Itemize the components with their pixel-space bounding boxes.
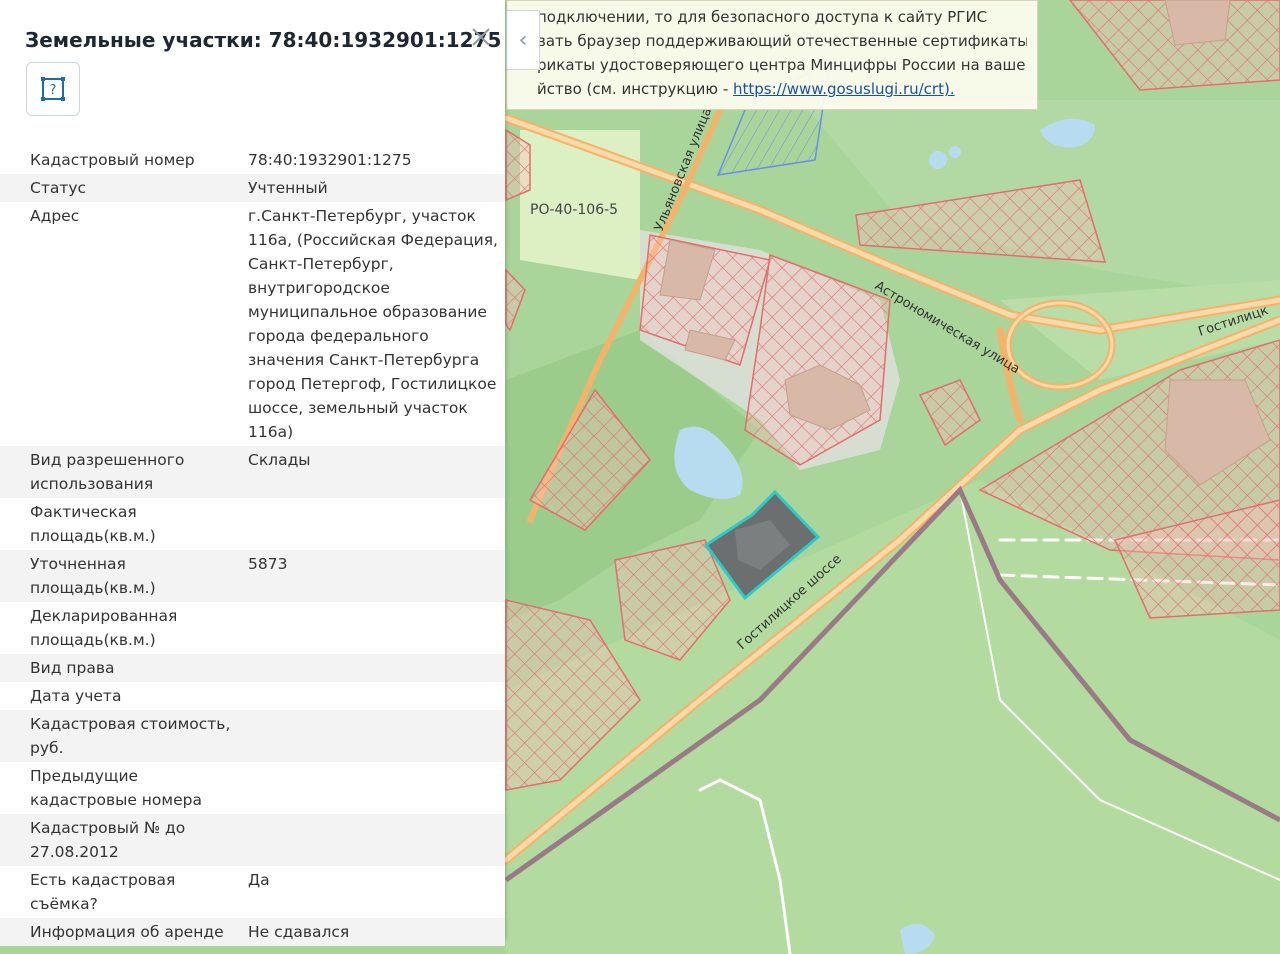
close-icon	[472, 28, 490, 46]
notice-line-3: рикаты удостоверяющего центра Минцифры Р…	[537, 56, 1026, 74]
notice-line-2: вать браузер поддерживающий отечественны…	[537, 32, 1027, 50]
attr-key: Кадастровый № до 27.08.2012	[30, 819, 186, 861]
attr-value: 5873	[248, 555, 288, 573]
attr-row-lease-info: Информация об аренде Не сдавался	[0, 918, 505, 946]
attr-key: Уточненная площадь(кв.м.)	[30, 555, 156, 597]
attr-value	[248, 684, 498, 708]
attr-key: Информация об аренде	[30, 923, 224, 941]
svg-text:?: ?	[50, 83, 57, 98]
collapse-panel-button[interactable]: ‹	[506, 10, 540, 70]
gosuslugi-link[interactable]: https://www.gosuslugi.ru/crt).	[733, 80, 955, 98]
attr-row-has-survey: Есть кадастровая съёмка? Да	[0, 866, 505, 918]
attr-key: Есть кадастровая съёмка?	[30, 871, 176, 913]
attr-row-previous-numbers: Предыдущие кадастровые номера	[0, 762, 505, 814]
attr-row-status: Статус Учтенный	[0, 174, 505, 202]
attr-value: 78:40:1932901:1275	[248, 151, 412, 169]
attr-row-registration-date: Дата учета	[0, 682, 505, 710]
attr-value: Не сдавался	[248, 923, 350, 941]
attr-key: Фактическая площадь(кв.м.)	[30, 503, 156, 545]
chevron-left-icon: ‹	[518, 27, 528, 53]
attr-key: Кадастровая стоимость, руб.	[30, 715, 231, 757]
attr-row-declared-area: Декларированная площадь(кв.м.)	[0, 602, 505, 654]
attr-row-cadastral-number: Кадастровый номер 78:40:1932901:1275	[0, 146, 505, 174]
select-area-icon: ?	[41, 77, 65, 101]
attr-key: Предыдущие кадастровые номера	[30, 767, 202, 809]
attr-value	[248, 764, 498, 812]
attr-value	[248, 712, 498, 760]
attr-row-specified-area: Уточненная площадь(кв.м.) 5873	[0, 550, 505, 602]
zone-label: РО-40-106-5	[530, 202, 618, 218]
attr-value: Учтенный	[248, 179, 328, 197]
attr-key: Кадастровый номер	[30, 151, 195, 169]
attr-value	[248, 500, 498, 548]
attr-row-number-before-2012: Кадастровый № до 27.08.2012	[0, 814, 505, 866]
panel-title: Земельные участки: 78:40:1932901:1275	[25, 28, 502, 52]
attr-key: Дата учета	[30, 687, 122, 705]
attr-key: Адрес	[30, 207, 80, 225]
attr-key: Статус	[30, 179, 87, 197]
attr-row-permitted-use: Вид разрешенного использования Склады	[0, 446, 505, 498]
notice-line-4-text: йство (см. инструкцию -	[537, 80, 734, 98]
select-area-button[interactable]: ?	[26, 62, 80, 116]
close-button[interactable]	[468, 26, 494, 52]
notice-line-4: йство (см. инструкцию - https://www.gosu…	[537, 77, 1027, 101]
attribute-table: Кадастровый номер 78:40:1932901:1275 Ста…	[0, 146, 505, 946]
attr-value: Склады	[248, 451, 311, 469]
attr-value	[248, 604, 498, 652]
attr-row-cadastral-cost: Кадастровая стоимость, руб.	[0, 710, 505, 762]
attr-value: г.Санкт-Петербург, участок 116а, (Россий…	[248, 207, 498, 441]
attr-key: Декларированная площадь(кв.м.)	[30, 607, 178, 649]
attr-value	[248, 656, 498, 680]
notice-banner: подключении, то для безопасного доступа …	[506, 0, 1038, 110]
attr-value	[248, 816, 498, 864]
attr-row-right-type: Вид права	[0, 654, 505, 682]
attr-key: Вид права	[30, 659, 115, 677]
notice-line-1: подключении, то для безопасного доступа …	[537, 8, 988, 26]
attr-row-address: Адрес г.Санкт-Петербург, участок 116а, (…	[0, 202, 505, 446]
attr-value: Да	[248, 871, 270, 889]
parcel-info-panel: Земельные участки: 78:40:1932901:1275 ? …	[0, 0, 505, 946]
attr-key: Вид разрешенного использования	[30, 451, 185, 493]
attr-row-actual-area: Фактическая площадь(кв.м.)	[0, 498, 505, 550]
